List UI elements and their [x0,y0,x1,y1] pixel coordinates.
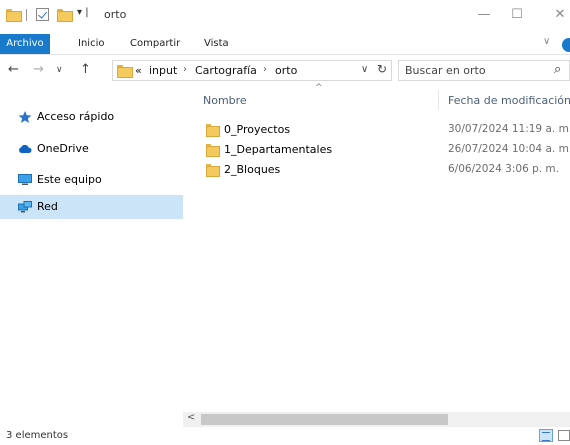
list-item[interactable]: 0_Proyectos 30/07/2024 11:19 a. m. [203,120,570,140]
column-header-modified[interactable]: Fecha de modificación [448,94,570,107]
file-modified-date: 26/07/2024 10:04 a. m. [448,143,570,155]
back-arrow-icon[interactable]: ← [8,62,19,77]
window-title: orto [104,8,127,21]
minimize-button[interactable]: — [469,4,499,26]
monitor-icon [18,174,32,185]
folder-icon [117,65,133,78]
tab-inicio[interactable]: Inicio [78,34,104,54]
chevron-right-icon[interactable]: › [263,64,267,75]
help-icon[interactable] [562,38,570,52]
sidebar-item-label: OneDrive [37,142,89,155]
scroll-left-icon[interactable]: < [187,412,195,423]
item-count: 3 elementos [6,430,69,441]
sidebar-item-label: Red [37,200,58,213]
sidebar-item-onedrive[interactable]: OneDrive [0,137,183,161]
address-bar[interactable]: « input › Cartografía › orto ∨ ↻ [112,60,392,81]
column-header-name[interactable]: Nombre [203,94,247,107]
expand-ribbon-icon[interactable]: ∨ [543,36,550,47]
list-item[interactable]: 1_Departamentales 26/07/2024 10:04 a. m. [203,140,570,160]
search-input[interactable]: Buscar en orto ⌕ [398,60,570,81]
title-bar: ▾ | orto — ☐ ✕ [0,0,570,33]
folder-icon [206,144,220,157]
maximize-button[interactable]: ☐ [502,4,532,26]
folder-icon [6,9,22,22]
tab-compartir[interactable]: Compartir [130,34,180,54]
folder-icon [206,124,220,137]
folder-icon [206,164,220,177]
list-item[interactable]: 2_Bloques 6/06/2024 3:06 p. m. [203,160,570,180]
file-modified-date: 6/06/2024 3:06 p. m. [448,163,559,175]
ribbon-tabs: Archivo Inicio Compartir Vista ∨ [0,34,570,55]
sidebar-item-red[interactable]: Red [0,195,183,219]
file-name: 2_Bloques [224,163,281,176]
cloud-icon [19,144,32,153]
quick-access-dropdown[interactable]: ▾ | [77,7,89,18]
details-view-icon[interactable] [539,429,553,442]
properties-icon[interactable] [36,8,49,21]
tab-vista[interactable]: Vista [204,34,229,54]
breadcrumb-overflow[interactable]: « [135,64,142,77]
recent-locations-icon[interactable]: ∨ [56,65,63,75]
status-bar: 3 elementos [0,427,570,445]
navigation-pane: Acceso rápido OneDrive Este equipo Red [0,88,183,425]
breadcrumb-input[interactable]: input [149,64,177,77]
file-name: 1_Departamentales [224,143,333,156]
tab-archivo[interactable]: Archivo [0,34,50,54]
divider [26,9,27,21]
star-icon [18,111,32,123]
file-name: 0_Proyectos [224,123,291,136]
up-arrow-icon[interactable]: ↑ [80,62,91,77]
refresh-icon[interactable]: ↻ [377,62,387,76]
scrollbar-thumb[interactable] [201,414,448,425]
file-modified-date: 30/07/2024 11:19 a. m. [448,123,570,135]
close-button[interactable]: ✕ [545,4,570,26]
sidebar-item-label: Este equipo [37,173,102,186]
search-placeholder: Buscar en orto [405,64,486,77]
chevron-right-icon[interactable]: › [183,64,187,75]
search-icon[interactable]: ⌕ [554,62,561,77]
sidebar-item-este-equipo[interactable]: Este equipo [0,168,183,192]
breadcrumb-orto[interactable]: orto [275,64,297,77]
new-folder-icon[interactable] [57,9,73,22]
network-icon [18,201,32,213]
sort-ascending-icon: ^ [315,83,323,93]
horizontal-scrollbar[interactable]: < [183,412,570,427]
large-icons-view-icon[interactable] [558,430,570,441]
sidebar-item-acceso-rapido[interactable]: Acceso rápido [0,105,183,129]
column-divider[interactable] [438,90,439,110]
chevron-down-icon[interactable]: ∨ [361,64,368,75]
sidebar-item-label: Acceso rápido [37,110,115,123]
forward-arrow-icon[interactable]: → [33,62,44,77]
file-list: ^ Nombre Fecha de modificación 0_Proyect… [183,83,570,425]
navigation-bar: ← → ∨ ↑ « input › Cartografía › orto ∨ ↻… [0,57,570,85]
breadcrumb-cartografia[interactable]: Cartografía [195,64,257,77]
